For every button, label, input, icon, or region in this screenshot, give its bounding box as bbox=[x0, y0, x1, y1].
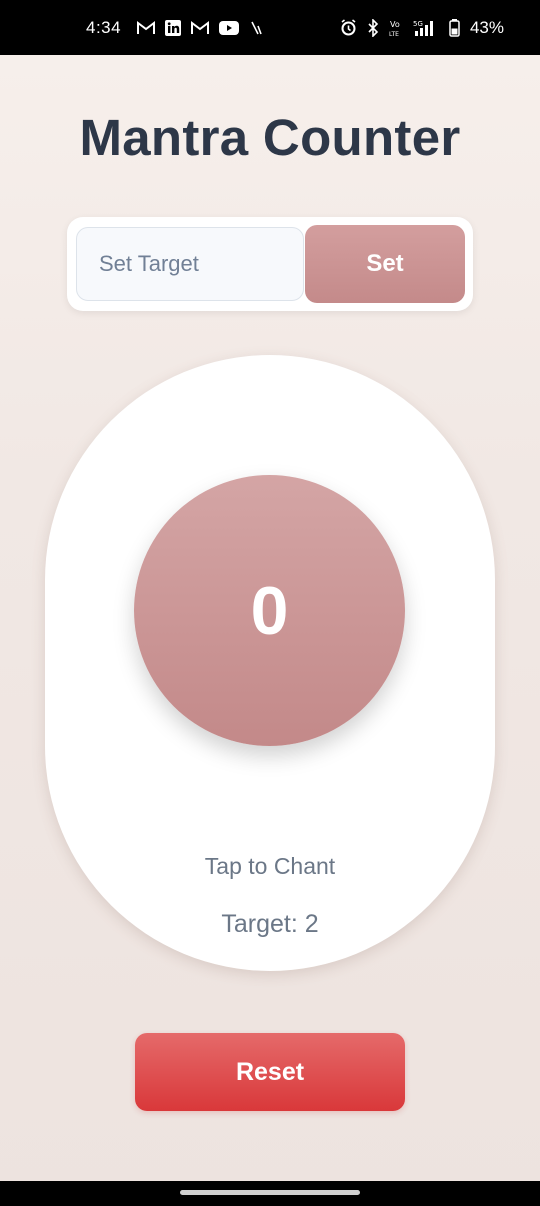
status-time: 4:34 bbox=[86, 17, 122, 37]
youtube-icon bbox=[219, 20, 240, 35]
battery-percent: 43% bbox=[469, 17, 504, 37]
svg-text:5G: 5G bbox=[413, 20, 423, 28]
tap-instruction: Tap to Chant bbox=[204, 853, 336, 879]
svg-text:LTE: LTE bbox=[389, 31, 399, 37]
counter-panel: 0 Tap to Chant Target: 2 bbox=[45, 355, 495, 971]
target-setter-card: Set bbox=[67, 217, 473, 311]
chant-counter-button[interactable]: 0 bbox=[134, 475, 405, 746]
home-indicator[interactable] bbox=[180, 1190, 360, 1195]
status-right: Vo LTE 5G 43% bbox=[340, 18, 504, 38]
target-input[interactable] bbox=[76, 227, 304, 301]
status-bar: 4:34 Vo LTE 5G 43% bbox=[0, 0, 540, 55]
count-value: 0 bbox=[250, 572, 289, 649]
battery-icon bbox=[449, 18, 460, 37]
reset-button[interactable]: Reset bbox=[135, 1033, 405, 1111]
navigation-bar bbox=[0, 1181, 540, 1206]
gmail-icon bbox=[137, 20, 156, 35]
5g-signal-icon: 5G bbox=[413, 19, 439, 37]
target-display: Target: 2 bbox=[221, 910, 319, 938]
slash-icon bbox=[249, 20, 263, 36]
bluetooth-icon bbox=[367, 18, 379, 37]
status-left: 4:34 bbox=[86, 18, 263, 38]
set-target-button[interactable]: Set bbox=[305, 225, 465, 303]
gmail-icon bbox=[191, 20, 210, 35]
svg-text:Vo: Vo bbox=[390, 20, 400, 29]
page-title: Mantra Counter bbox=[79, 109, 461, 166]
alarm-icon bbox=[340, 19, 357, 36]
volte-icon: Vo LTE bbox=[389, 19, 403, 37]
linkedin-icon bbox=[165, 19, 182, 36]
